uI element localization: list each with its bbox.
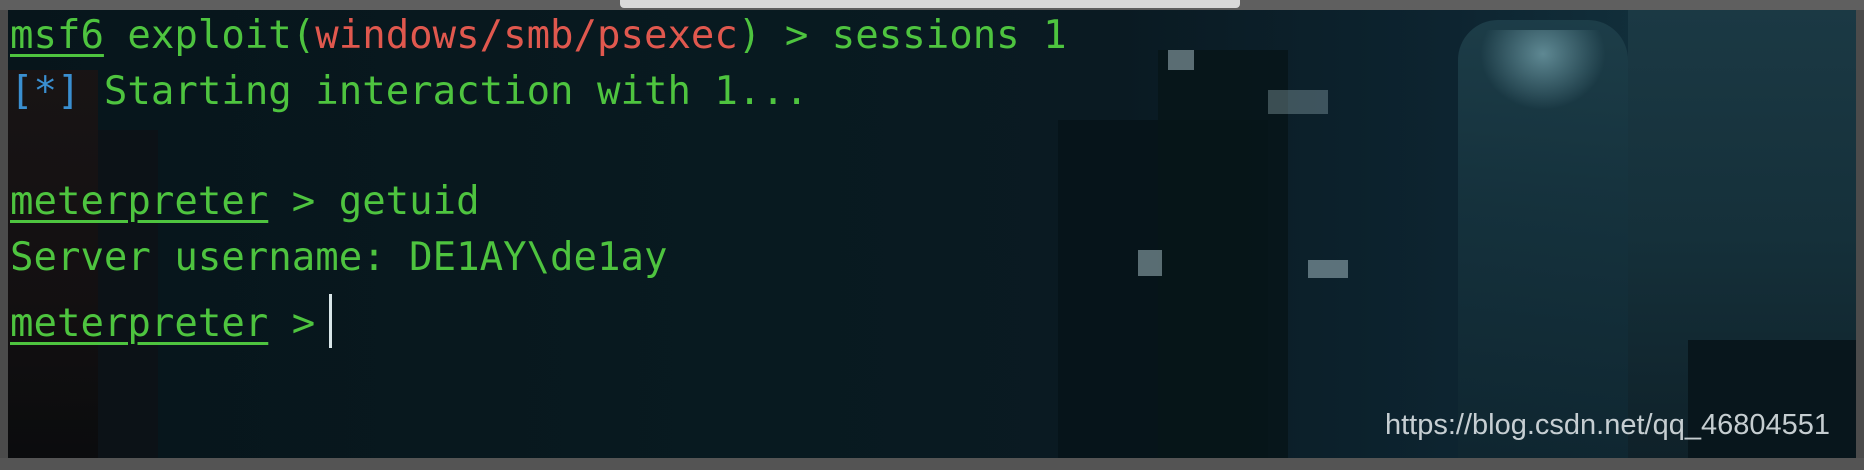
prompt-arrow: > bbox=[268, 301, 316, 346]
terminal-line-3: meterpreter > getuid bbox=[10, 182, 480, 221]
window-bottom-bar bbox=[0, 458, 1864, 470]
terminal-line-4: Server username: DE1AY\de1ay bbox=[10, 238, 667, 277]
terminal-line-1: msf6 exploit(windows/smb/psexec) > sessi… bbox=[10, 16, 1067, 55]
terminal-line-2: [*] Starting interaction with 1... bbox=[10, 72, 808, 111]
command-text: ) > sessions 1 bbox=[737, 13, 1067, 58]
status-marker: [*] bbox=[10, 69, 81, 114]
msf-prompt: msf6 bbox=[10, 13, 104, 58]
top-bar-highlight bbox=[620, 0, 1240, 8]
command-text: exploit( bbox=[103, 13, 316, 58]
text-cursor[interactable] bbox=[329, 294, 333, 348]
status-text: Starting interaction with 1... bbox=[80, 69, 809, 114]
command-text: > getuid bbox=[268, 179, 480, 224]
terminal-output: msf6 exploit(windows/smb/psexec) > sessi… bbox=[8, 10, 1856, 458]
watermark: https://blog.csdn.net/qq_46804551 bbox=[1384, 409, 1830, 441]
meterpreter-prompt: meterpreter bbox=[10, 301, 269, 346]
meterpreter-prompt: meterpreter bbox=[10, 179, 269, 224]
terminal-window[interactable]: msf6 exploit(windows/smb/psexec) > sessi… bbox=[8, 10, 1856, 458]
window-top-bar bbox=[0, 0, 1864, 10]
screenshot-frame: msf6 exploit(windows/smb/psexec) > sessi… bbox=[0, 0, 1864, 470]
terminal-line-5[interactable]: meterpreter > bbox=[10, 294, 333, 348]
command-output: Server username: DE1AY\de1ay bbox=[10, 235, 668, 280]
exploit-module-name: windows/smb/psexec bbox=[315, 13, 738, 58]
